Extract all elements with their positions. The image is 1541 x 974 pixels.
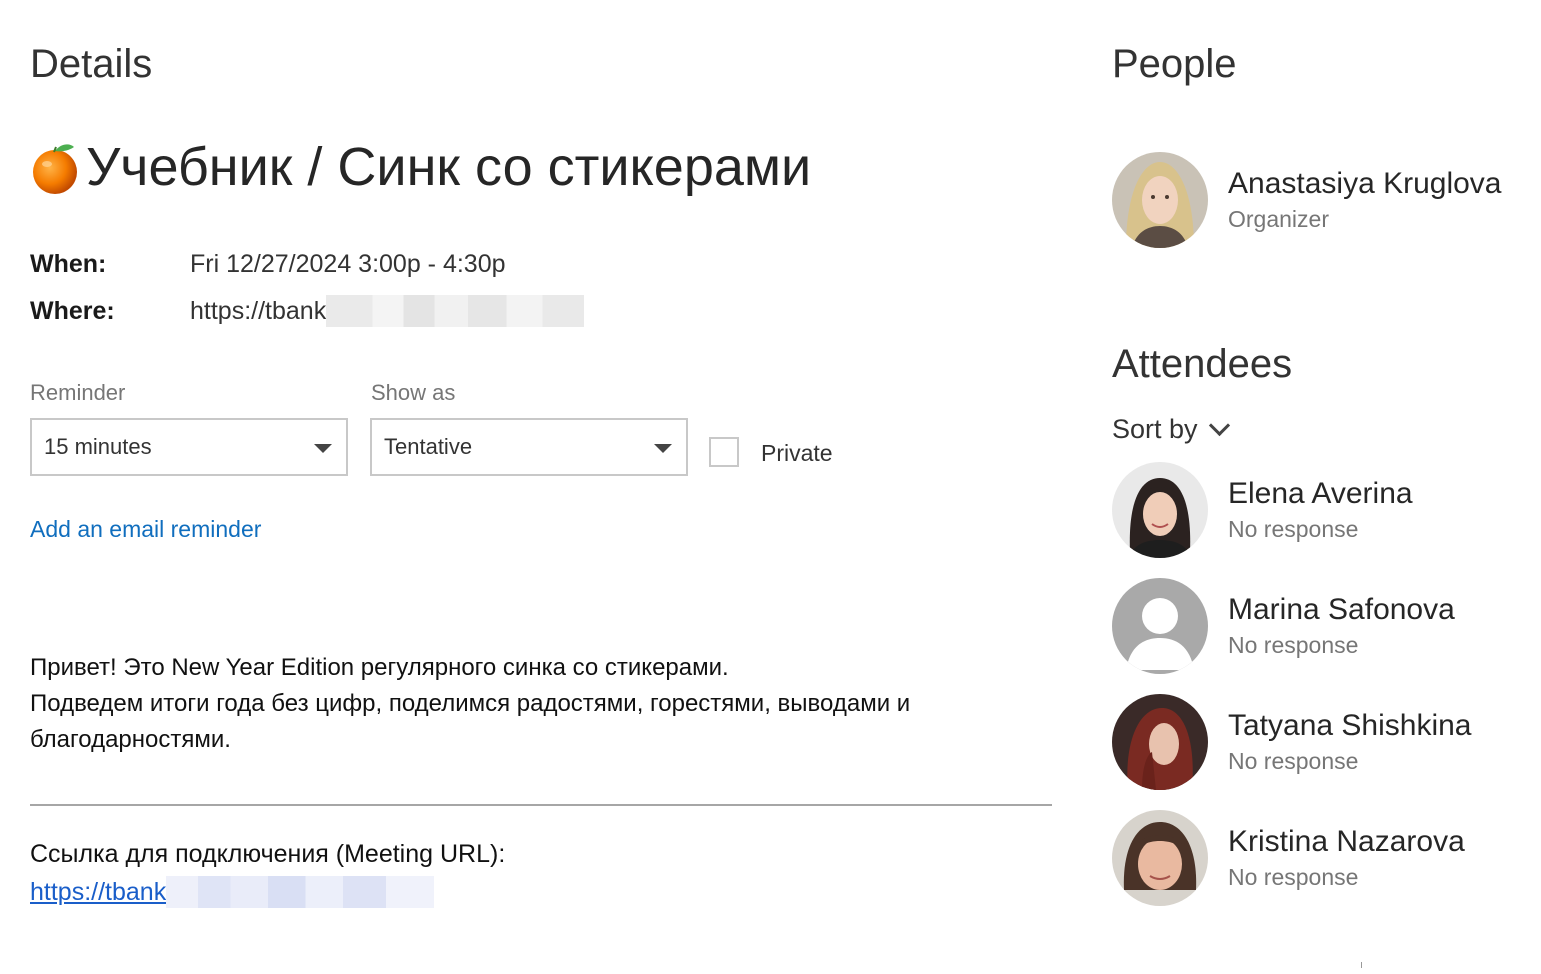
description-line: благодарностями. [30, 726, 231, 753]
where-label: Where: [30, 296, 115, 325]
people-heading: People [1112, 42, 1237, 86]
attendee-name: Kristina Nazarova [1228, 825, 1465, 858]
when-value: Fri 12/27/2024 3:00p - 4:30p [190, 250, 506, 278]
attendees-heading: Attendees [1112, 342, 1293, 386]
meeting-url-label: Ссылка для подключения (Meeting URL): [30, 840, 506, 868]
attendee-status: No response [1228, 864, 1359, 890]
reminder-label: Reminder [30, 380, 126, 405]
details-heading: Details [30, 42, 153, 86]
organizer-name: Anastasiya Kruglova [1228, 167, 1502, 200]
event-details-page: Details Учебник / Синк со стикерами When… [0, 0, 1541, 974]
when-label: When: [30, 250, 107, 278]
add-email-reminder-link[interactable]: Add an email reminder [30, 516, 261, 543]
scroll-marker [1361, 962, 1362, 968]
attendee-item[interactable]: Kristina Nazarova No response [1112, 810, 1465, 906]
orange-fruit-icon [30, 139, 80, 195]
avatar [1112, 694, 1208, 790]
reminder-select-value: 15 minutes [44, 434, 152, 459]
dropdown-arrow-icon [654, 444, 672, 453]
private-label[interactable]: Private [761, 440, 833, 467]
description-divider [30, 804, 1052, 806]
redacted-url-segment [326, 295, 585, 327]
attendee-status: No response [1228, 748, 1359, 774]
attendee-status: No response [1228, 516, 1359, 542]
show-as-select-value: Tentative [384, 434, 473, 459]
description-line: Привет! Это New Year Edition регулярного… [30, 654, 729, 681]
chevron-down-icon [1208, 414, 1230, 437]
where-row: Where: https://tbank [30, 295, 585, 327]
when-row: When: Fri 12/27/2024 3:00p - 4:30p [30, 250, 506, 279]
where-value: https://tbank [190, 296, 327, 325]
attendee-status: No response [1228, 632, 1359, 658]
description-line: Подведем итоги года без цифр, поделимся … [30, 690, 911, 717]
dropdown-arrow-icon [314, 444, 332, 453]
show-as-label: Show as [371, 380, 456, 405]
sort-by-dropdown[interactable]: Sort by [1112, 414, 1230, 445]
show-as-select[interactable]: Tentative [370, 418, 688, 476]
organizer-role: Organizer [1228, 206, 1329, 232]
where-value-wrap: https://tbank [190, 295, 585, 327]
reminder-select[interactable]: 15 minutes [30, 418, 348, 476]
attendee-name: Marina Safonova [1228, 593, 1455, 626]
avatar [1112, 810, 1208, 906]
event-title-text: Учебник / Синк со стикерами [86, 137, 812, 197]
attendee-item[interactable]: Tatyana Shishkina No response [1112, 694, 1472, 790]
private-checkbox[interactable] [709, 437, 739, 467]
attendee-item[interactable]: Marina Safonova No response [1112, 578, 1455, 674]
avatar [1112, 152, 1208, 248]
default-avatar-icon [1112, 578, 1208, 674]
meeting-url-link[interactable]: https://tbank [30, 878, 166, 907]
avatar [1112, 462, 1208, 558]
sort-by-label: Sort by [1112, 414, 1198, 444]
attendee-item[interactable]: Elena Averina No response [1112, 462, 1413, 558]
meeting-url-row: https://tbank [30, 876, 435, 908]
event-description: Привет! Это New Year Edition регулярного… [30, 650, 1050, 758]
organizer-card[interactable]: Anastasiya Kruglova Organizer [1112, 152, 1502, 248]
redacted-meeting-url-segment [166, 876, 435, 908]
attendee-name: Tatyana Shishkina [1228, 709, 1472, 742]
attendee-name: Elena Averina [1228, 477, 1413, 510]
event-title: Учебник / Синк со стикерами [30, 136, 811, 198]
